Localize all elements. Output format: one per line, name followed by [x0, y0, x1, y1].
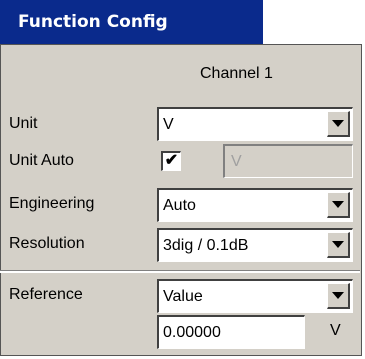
- reference-unit-label: V: [330, 322, 341, 339]
- resolution-dropdown[interactable]: 3dig / 0.1dB: [157, 228, 353, 262]
- chevron-down-icon: [332, 201, 344, 208]
- resolution-label: Resolution: [9, 235, 85, 252]
- unit-dropdown[interactable]: V: [157, 107, 353, 141]
- engineering-value: Auto: [163, 197, 196, 214]
- engineering-dropdown-button[interactable]: [327, 192, 350, 218]
- channel-header: Channel 1: [200, 65, 273, 82]
- reference-dropdown-button[interactable]: [327, 283, 350, 309]
- engineering-dropdown[interactable]: Auto: [157, 188, 353, 222]
- reference-value-input[interactable]: 0.00000: [157, 315, 305, 349]
- unit-auto-label: Unit Auto: [9, 152, 74, 169]
- chevron-down-icon: [332, 120, 344, 127]
- window-title: Function Config: [0, 0, 263, 44]
- engineering-label: Engineering: [9, 195, 95, 212]
- chevron-down-icon: [332, 241, 344, 248]
- reference-number: 0.00000: [163, 324, 221, 341]
- unit-label: Unit: [9, 115, 38, 132]
- resolution-value: 3dig / 0.1dB: [163, 237, 249, 254]
- reference-value: Value: [163, 288, 203, 305]
- reference-label: Reference: [9, 286, 83, 303]
- unit-auto-field-disabled: V: [223, 144, 353, 178]
- section-divider: [0, 270, 360, 273]
- chevron-down-icon: [332, 292, 344, 299]
- resolution-dropdown-button[interactable]: [327, 232, 350, 258]
- unit-dropdown-button[interactable]: [327, 111, 350, 137]
- unit-value: V: [163, 116, 174, 133]
- unit-auto-checkbox[interactable]: ✔: [161, 151, 181, 171]
- reference-dropdown[interactable]: Value: [157, 279, 353, 313]
- unit-auto-disabled-value: V: [231, 153, 242, 170]
